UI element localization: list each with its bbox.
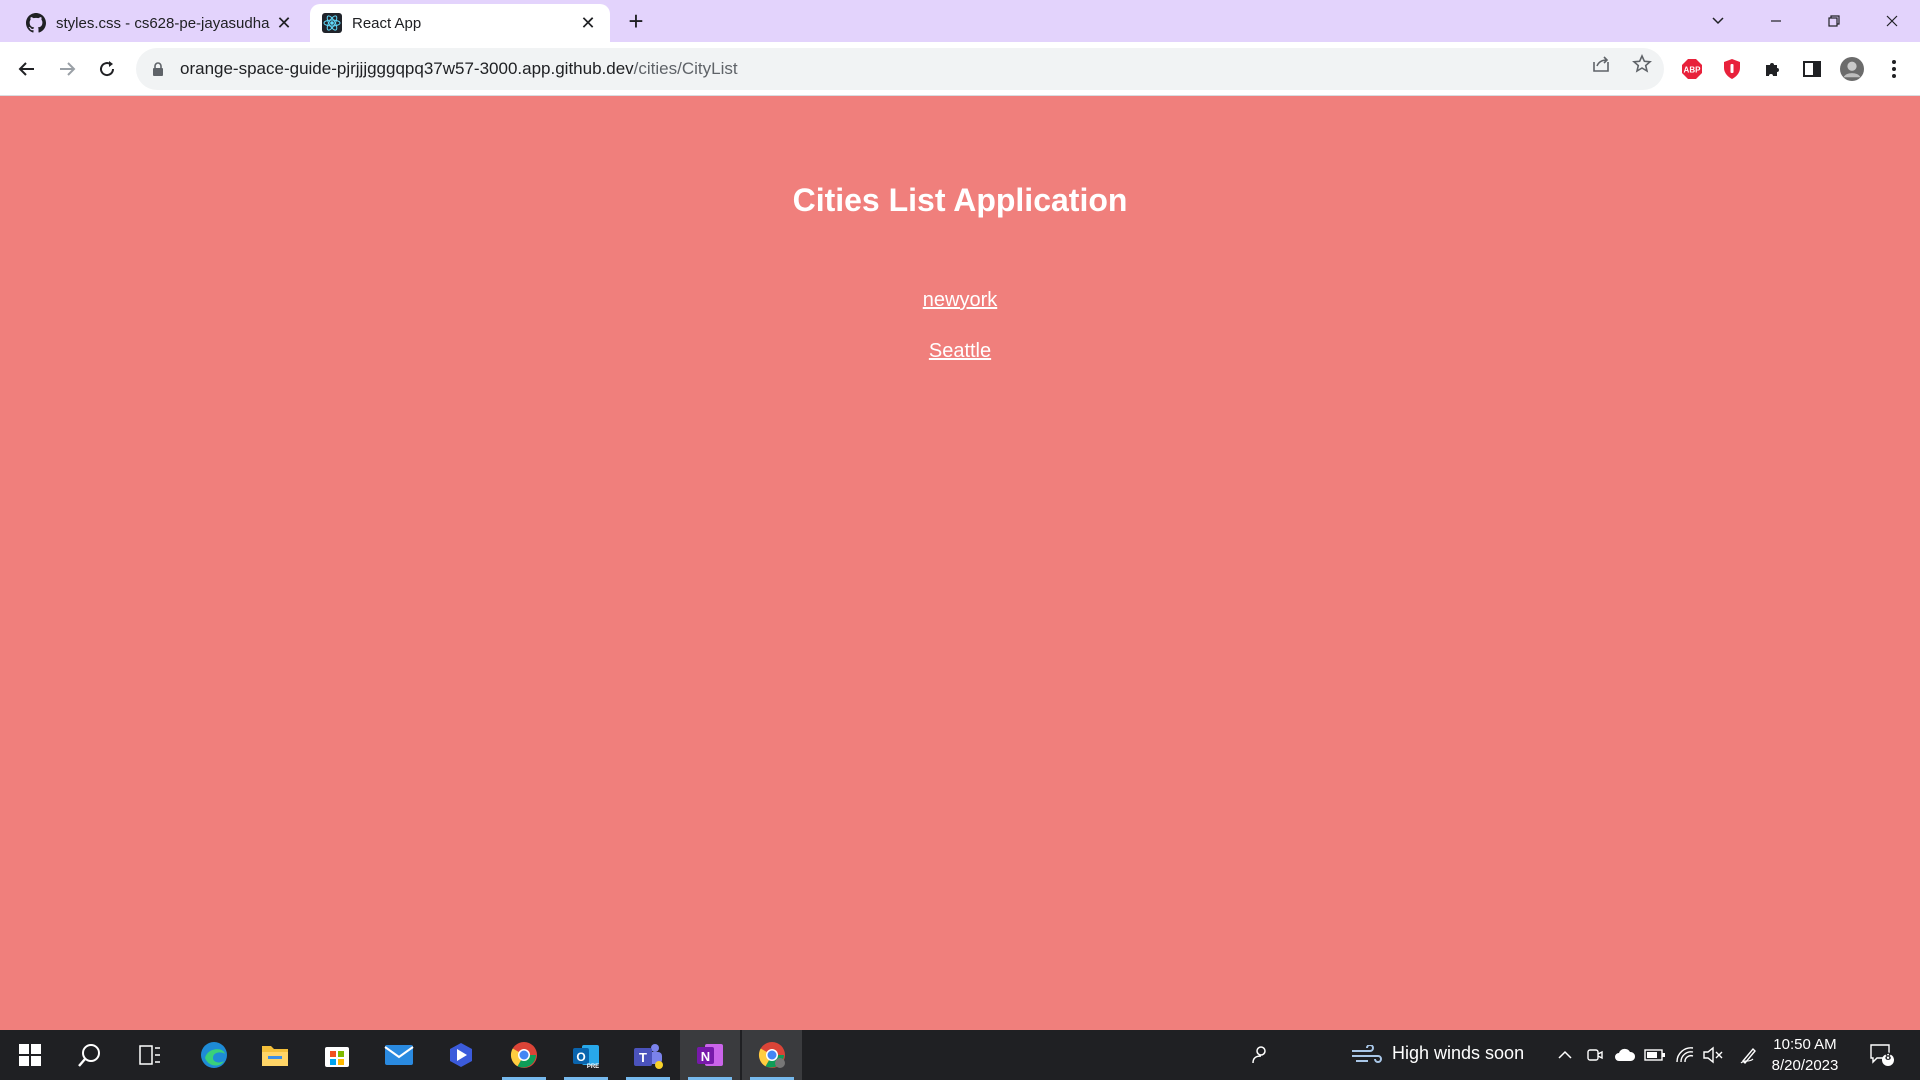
task-view-icon[interactable] (120, 1030, 180, 1080)
meet-now-icon[interactable] (1584, 1043, 1606, 1067)
volume-muted-icon[interactable] (1702, 1043, 1724, 1067)
side-panel-icon[interactable] (1800, 57, 1824, 81)
svg-text:T: T (639, 1050, 647, 1065)
system-clock[interactable]: 10:50 AM 8/20/2023 (1760, 1034, 1850, 1076)
notification-center-icon[interactable]: 8 (1868, 1043, 1896, 1067)
outlook-badge: PRE (587, 1064, 599, 1070)
bing-copilot-icon[interactable] (431, 1030, 491, 1080)
chrome-icon[interactable] (494, 1030, 554, 1080)
chrome-profile-icon[interactable] (742, 1030, 802, 1080)
people-icon[interactable] (1248, 1043, 1270, 1067)
city-link-seattle[interactable]: Seattle (929, 340, 991, 362)
page-content: Cities List Application newyork Seattle (0, 97, 1920, 1030)
url-path: /cities/CityList (633, 59, 738, 78)
share-icon[interactable] (1590, 53, 1612, 75)
new-tab-button[interactable]: + (622, 8, 650, 36)
extensions-puzzle-icon[interactable] (1761, 57, 1785, 81)
city-list-item: Seattle (0, 340, 1920, 363)
page-title: Cities List Application (792, 182, 1128, 218)
tab-strip: styles.css - cs628-pe-jayasudha [ ✕ Reac… (0, 0, 1920, 42)
weather-text[interactable]: High winds soon (1392, 1043, 1524, 1064)
restore-icon[interactable] (1806, 0, 1862, 42)
forward-icon[interactable] (51, 53, 83, 85)
close-tab-icon[interactable]: ✕ (274, 13, 294, 33)
browser-toolbar: orange-space-guide-pjrjjjgggqpq37w57-300… (0, 42, 1920, 96)
menu-dots-icon[interactable] (1882, 57, 1906, 81)
shield-extension-icon[interactable] (1720, 57, 1744, 81)
pen-workspace-icon[interactable] (1738, 1043, 1760, 1067)
battery-icon[interactable] (1644, 1043, 1666, 1067)
url-host: orange-space-guide-pjrjjjgggqpq37w57-300… (180, 59, 634, 78)
wifi-icon[interactable] (1674, 1043, 1696, 1067)
close-window-icon[interactable] (1864, 0, 1920, 42)
teams-icon[interactable]: T (618, 1030, 678, 1080)
onedrive-cloud-icon[interactable] (1614, 1043, 1636, 1067)
notification-count: 8 (1884, 1051, 1892, 1063)
mail-icon[interactable] (369, 1030, 429, 1080)
adblock-label: ABP (1684, 66, 1702, 75)
address-bar[interactable]: orange-space-guide-pjrjjjgggqpq37w57-300… (136, 48, 1664, 90)
clock-date: 8/20/2023 (1771, 1057, 1839, 1074)
search-icon[interactable] (60, 1030, 120, 1080)
url-text: orange-space-guide-pjrjjjgggqpq37w57-300… (180, 59, 738, 79)
github-icon (26, 13, 46, 33)
tab-search-icon[interactable] (1690, 0, 1746, 42)
profile-avatar[interactable] (1840, 57, 1864, 81)
tab-styles-css[interactable]: styles.css - cs628-pe-jayasudha [ ✕ (14, 4, 306, 42)
clock-time: 10:50 AM (1773, 1036, 1837, 1053)
svg-text:O: O (576, 1050, 585, 1064)
outlook-icon[interactable]: O PRE (556, 1030, 616, 1080)
tab-title: styles.css - cs628-pe-jayasudha [ (56, 14, 274, 32)
edge-browser-icon[interactable] (184, 1030, 244, 1080)
onenote-icon[interactable]: N (680, 1030, 740, 1080)
svg-text:N: N (701, 1049, 710, 1064)
close-tab-icon[interactable]: ✕ (578, 13, 598, 33)
show-hidden-icons-chevron[interactable] (1554, 1043, 1576, 1067)
tab-title: React App (352, 14, 422, 32)
reload-icon[interactable] (91, 53, 123, 85)
city-link-newyork[interactable]: newyork (923, 289, 997, 311)
react-icon (322, 13, 342, 33)
start-windows-icon[interactable] (0, 1030, 60, 1080)
back-icon[interactable] (11, 53, 43, 85)
bookmark-star-icon[interactable] (1631, 53, 1653, 75)
minimize-icon[interactable] (1748, 0, 1804, 42)
file-explorer-icon[interactable] (245, 1030, 305, 1080)
microsoft-store-icon[interactable] (307, 1030, 367, 1080)
adblock-plus-icon[interactable]: ABP (1680, 57, 1704, 81)
tab-react-app[interactable]: React App ✕ (310, 4, 610, 42)
lock-icon[interactable] (150, 61, 166, 77)
city-list-item: newyork (0, 289, 1920, 312)
weather-wind-icon[interactable] (1350, 1043, 1382, 1067)
